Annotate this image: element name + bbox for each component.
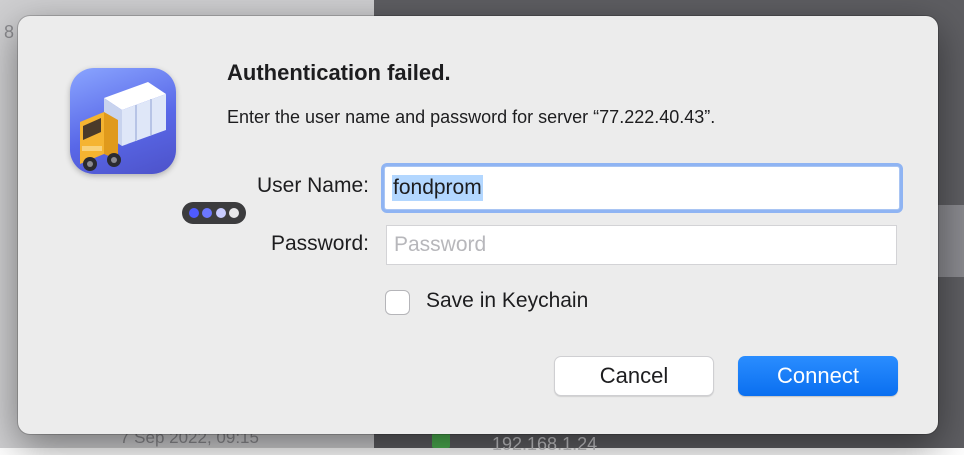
password-field[interactable]: Password <box>386 225 897 265</box>
save-in-keychain-label[interactable]: Save in Keychain <box>426 289 588 313</box>
badge-dot-icon <box>202 208 213 218</box>
transmit-truck-icon <box>70 68 246 224</box>
connect-button[interactable]: Connect <box>738 356 898 396</box>
password-placeholder: Password <box>394 233 487 256</box>
badge-dot-icon <box>215 208 226 218</box>
password-label: Password: <box>270 232 369 255</box>
cancel-button[interactable]: Cancel <box>554 356 714 396</box>
background-scroll-strip <box>938 205 964 277</box>
badge-dot-icon <box>189 208 200 218</box>
truck-illustration <box>80 82 166 171</box>
authentication-dialog: Authentication failed. Enter the user na… <box>18 16 938 434</box>
background-ip: 192.168.1.24 <box>492 434 598 454</box>
dialog-message: Enter the user name and password for ser… <box>227 107 716 127</box>
username-label: User Name: <box>256 174 369 197</box>
username-value: fondprom <box>392 175 483 201</box>
background-left-number: 8 <box>4 22 15 42</box>
badge-dot-icon <box>228 208 239 218</box>
progress-badge <box>182 202 246 224</box>
save-in-keychain-checkbox[interactable] <box>385 290 410 315</box>
dialog-title: Authentication failed. <box>227 60 451 85</box>
username-field[interactable]: fondprom <box>384 166 900 210</box>
